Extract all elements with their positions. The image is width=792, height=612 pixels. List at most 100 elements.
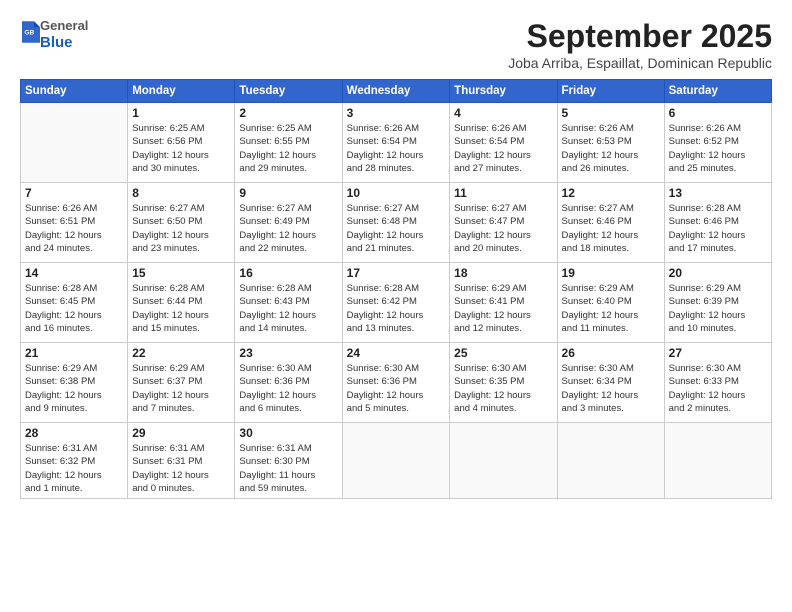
day-number: 4 (454, 106, 552, 120)
col-tuesday: Tuesday (235, 80, 342, 103)
logo-icon: GB (22, 21, 40, 43)
table-row: 8 Sunrise: 6:27 AMSunset: 6:50 PMDaylight… (128, 183, 235, 263)
day-number: 25 (454, 346, 552, 360)
cell-content: Sunrise: 6:26 AMSunset: 6:52 PMDaylight:… (669, 122, 767, 175)
col-friday: Friday (557, 80, 664, 103)
cell-content: Sunrise: 6:26 AMSunset: 6:54 PMDaylight:… (454, 122, 552, 175)
cell-content: Sunrise: 6:28 AMSunset: 6:44 PMDaylight:… (132, 282, 230, 335)
cell-content: Sunrise: 6:27 AMSunset: 6:49 PMDaylight:… (239, 202, 337, 255)
day-number: 18 (454, 266, 552, 280)
cell-content: Sunrise: 6:26 AMSunset: 6:53 PMDaylight:… (562, 122, 660, 175)
table-row: 11 Sunrise: 6:27 AMSunset: 6:47 PMDayligh… (450, 183, 557, 263)
svg-text:GB: GB (24, 30, 34, 37)
day-number: 21 (25, 346, 123, 360)
logo-blue: Blue (40, 34, 88, 52)
table-row: 1 Sunrise: 6:25 AMSunset: 6:56 PMDaylight… (128, 103, 235, 183)
day-number: 17 (347, 266, 446, 280)
day-number: 15 (132, 266, 230, 280)
day-number: 26 (562, 346, 660, 360)
day-number: 6 (669, 106, 767, 120)
table-row: 24Sunrise: 6:30 AMSunset: 6:36 PMDayligh… (342, 343, 450, 423)
cell-content: Sunrise: 6:29 AMSunset: 6:37 PMDaylight:… (132, 362, 230, 415)
cell-content: Sunrise: 6:25 AMSunset: 6:55 PMDaylight:… (239, 122, 337, 175)
table-row (450, 423, 557, 499)
table-row: 13 Sunrise: 6:28 AMSunset: 6:46 PMDayligh… (664, 183, 771, 263)
cell-content: Sunrise: 6:28 AMSunset: 6:46 PMDaylight:… (669, 202, 767, 255)
cell-content: Sunrise: 6:28 AMSunset: 6:43 PMDaylight:… (239, 282, 337, 335)
table-row: 3 Sunrise: 6:26 AMSunset: 6:54 PMDaylight… (342, 103, 450, 183)
table-row: 19 Sunrise: 6:29 AMSunset: 6:40 PMDayligh… (557, 263, 664, 343)
table-row: 18Sunrise: 6:29 AMSunset: 6:41 PMDayligh… (450, 263, 557, 343)
day-number: 5 (562, 106, 660, 120)
cell-content: Sunrise: 6:27 AMSunset: 6:50 PMDaylight:… (132, 202, 230, 255)
cell-content: Sunrise: 6:31 AMSunset: 6:31 PMDaylight:… (132, 442, 230, 495)
col-sunday: Sunday (21, 80, 128, 103)
table-row: 9Sunrise: 6:27 AMSunset: 6:49 PMDaylight… (235, 183, 342, 263)
page: GB General Blue September 2025 Joba Arri… (0, 0, 792, 612)
day-number: 19 (562, 266, 660, 280)
cell-content: Sunrise: 6:27 AMSunset: 6:47 PMDaylight:… (454, 202, 552, 255)
table-row: 12 Sunrise: 6:27 AMSunset: 6:46 PMDayligh… (557, 183, 664, 263)
day-number: 1 (132, 106, 230, 120)
day-number: 28 (25, 426, 123, 440)
table-row (664, 423, 771, 499)
cell-content: Sunrise: 6:30 AMSunset: 6:35 PMDaylight:… (454, 362, 552, 415)
month-title: September 2025 (508, 18, 772, 55)
col-saturday: Saturday (664, 80, 771, 103)
table-row: 23 Sunrise: 6:30 AMSunset: 6:36 PMDayligh… (235, 343, 342, 423)
day-number: 27 (669, 346, 767, 360)
table-row: 15 Sunrise: 6:28 AMSunset: 6:44 PMDayligh… (128, 263, 235, 343)
table-row: 27 Sunrise: 6:30 AMSunset: 6:33 PMDayligh… (664, 343, 771, 423)
cell-content: Sunrise: 6:30 AMSunset: 6:36 PMDaylight:… (239, 362, 337, 415)
day-number: 22 (132, 346, 230, 360)
day-number: 30 (239, 426, 337, 440)
cell-content: Sunrise: 6:27 AMSunset: 6:48 PMDaylight:… (347, 202, 446, 255)
day-number: 23 (239, 346, 337, 360)
table-row: 30 Sunrise: 6:31 AMSunset: 6:30 PMDayligh… (235, 423, 342, 499)
table-row: 6 Sunrise: 6:26 AMSunset: 6:52 PMDaylight… (664, 103, 771, 183)
day-number: 20 (669, 266, 767, 280)
cell-content: Sunrise: 6:26 AMSunset: 6:54 PMDaylight:… (347, 122, 446, 175)
day-number: 11 (454, 186, 552, 200)
cell-content: Sunrise: 6:25 AMSunset: 6:56 PMDaylight:… (132, 122, 230, 175)
day-number: 8 (132, 186, 230, 200)
day-number: 2 (239, 106, 337, 120)
table-row: 5 Sunrise: 6:26 AMSunset: 6:53 PMDaylight… (557, 103, 664, 183)
table-row: 14 Sunrise: 6:28 AMSunset: 6:45 PMDayligh… (21, 263, 128, 343)
table-row: 22 Sunrise: 6:29 AMSunset: 6:37 PMDayligh… (128, 343, 235, 423)
table-row: 25 Sunrise: 6:30 AMSunset: 6:35 PMDayligh… (450, 343, 557, 423)
title-block: September 2025 Joba Arriba, Espaillat, D… (508, 18, 772, 71)
cell-content: Sunrise: 6:26 AMSunset: 6:51 PMDaylight:… (25, 202, 123, 255)
logo-general: General (40, 18, 88, 34)
calendar-header-row: Sunday Monday Tuesday Wednesday Thursday… (21, 80, 772, 103)
table-row (557, 423, 664, 499)
cell-content: Sunrise: 6:31 AMSunset: 6:30 PMDaylight:… (239, 442, 337, 495)
location: Joba Arriba, Espaillat, Dominican Republ… (508, 55, 772, 71)
col-wednesday: Wednesday (342, 80, 450, 103)
cell-content: Sunrise: 6:30 AMSunset: 6:34 PMDaylight:… (562, 362, 660, 415)
table-row: 16 Sunrise: 6:28 AMSunset: 6:43 PMDayligh… (235, 263, 342, 343)
table-row (342, 423, 450, 499)
day-number: 14 (25, 266, 123, 280)
cell-content: Sunrise: 6:29 AMSunset: 6:39 PMDaylight:… (669, 282, 767, 335)
logo: GB General Blue (20, 18, 88, 52)
cell-content: Sunrise: 6:29 AMSunset: 6:38 PMDaylight:… (25, 362, 123, 415)
table-row: 26 Sunrise: 6:30 AMSunset: 6:34 PMDayligh… (557, 343, 664, 423)
day-number: 12 (562, 186, 660, 200)
cell-content: Sunrise: 6:29 AMSunset: 6:40 PMDaylight:… (562, 282, 660, 335)
cell-content: Sunrise: 6:28 AMSunset: 6:45 PMDaylight:… (25, 282, 123, 335)
table-row: 7Sunrise: 6:26 AMSunset: 6:51 PMDaylight… (21, 183, 128, 263)
col-thursday: Thursday (450, 80, 557, 103)
table-row: 28 Sunrise: 6:31 AMSunset: 6:32 PMDayligh… (21, 423, 128, 499)
table-row: 2 Sunrise: 6:25 AMSunset: 6:55 PMDaylight… (235, 103, 342, 183)
day-number: 24 (347, 346, 446, 360)
table-row: 4 Sunrise: 6:26 AMSunset: 6:54 PMDaylight… (450, 103, 557, 183)
day-number: 3 (347, 106, 446, 120)
day-number: 13 (669, 186, 767, 200)
cell-content: Sunrise: 6:31 AMSunset: 6:32 PMDaylight:… (25, 442, 123, 495)
day-number: 16 (239, 266, 337, 280)
cell-content: Sunrise: 6:30 AMSunset: 6:33 PMDaylight:… (669, 362, 767, 415)
day-number: 29 (132, 426, 230, 440)
cell-content: Sunrise: 6:27 AMSunset: 6:46 PMDaylight:… (562, 202, 660, 255)
table-row: 20 Sunrise: 6:29 AMSunset: 6:39 PMDayligh… (664, 263, 771, 343)
